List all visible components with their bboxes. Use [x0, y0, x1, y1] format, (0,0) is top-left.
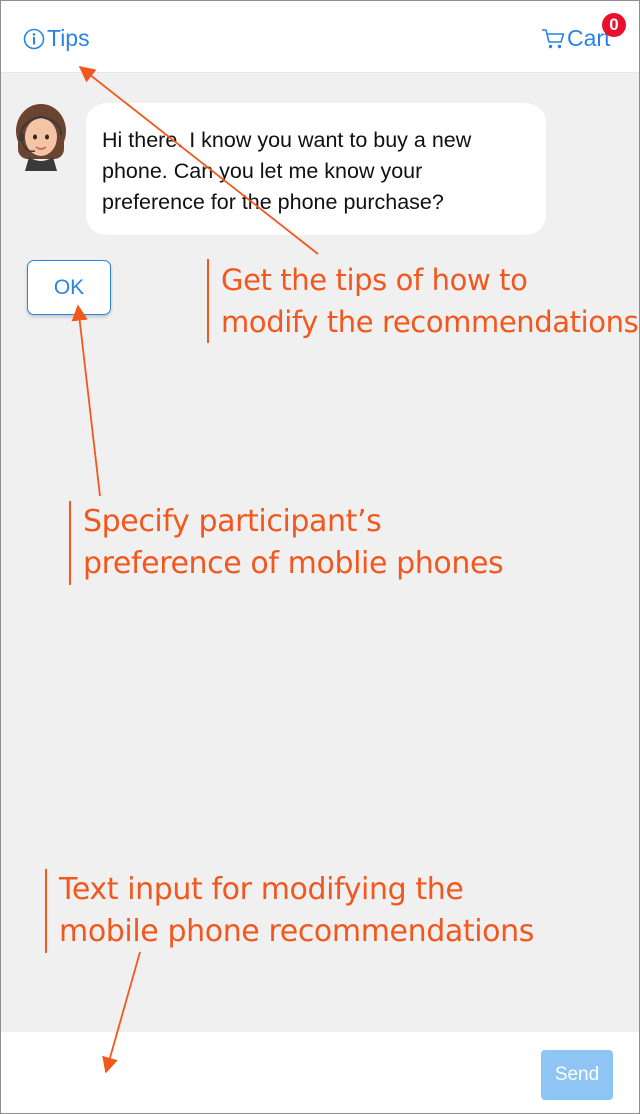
annotation-line: modify the recommendations: [221, 305, 639, 339]
info-circle-icon: [23, 28, 45, 49]
ok-annotation: Specify participant’s preference of mobl…: [69, 501, 504, 585]
shopping-cart-icon: [542, 28, 565, 48]
tips-annotation: Get the tips of how to modify the recomm…: [207, 259, 639, 343]
message-input-bar: Send: [1, 1032, 639, 1113]
send-button[interactable]: Send: [541, 1050, 613, 1100]
annotation-line: Text input for modifying the: [59, 872, 464, 907]
message-input[interactable]: [11, 1044, 525, 1102]
message-line: phone. Can you let me know your: [102, 159, 423, 183]
message-line: preference for the phone purchase?: [102, 190, 444, 214]
cart-link[interactable]: Cart: [541, 25, 610, 52]
input-annotation: Text input for modifying the mobile phon…: [45, 869, 534, 953]
annotation-line: mobile phone recommendations: [59, 914, 534, 949]
annotation-line: Get the tips of how to: [221, 263, 528, 297]
tips-label: Tips: [47, 25, 90, 51]
message-line: Hi there. I know you want to buy a new: [102, 128, 472, 152]
top-bar: Tips Cart 0: [1, 1, 639, 73]
cart-count-badge: 0: [602, 13, 626, 37]
agent-message-bubble: Hi there. I know you want to buy a new p…: [86, 103, 546, 235]
tips-link[interactable]: Tips: [23, 25, 90, 52]
annotation-line: Specify participant’s: [83, 504, 382, 539]
agent-avatar: [11, 101, 71, 171]
app-frame: Tips Cart 0 Hi there. I know you want to…: [0, 0, 640, 1114]
ok-button[interactable]: OK: [27, 260, 111, 315]
annotation-line: preference of moblie phones: [83, 546, 504, 581]
